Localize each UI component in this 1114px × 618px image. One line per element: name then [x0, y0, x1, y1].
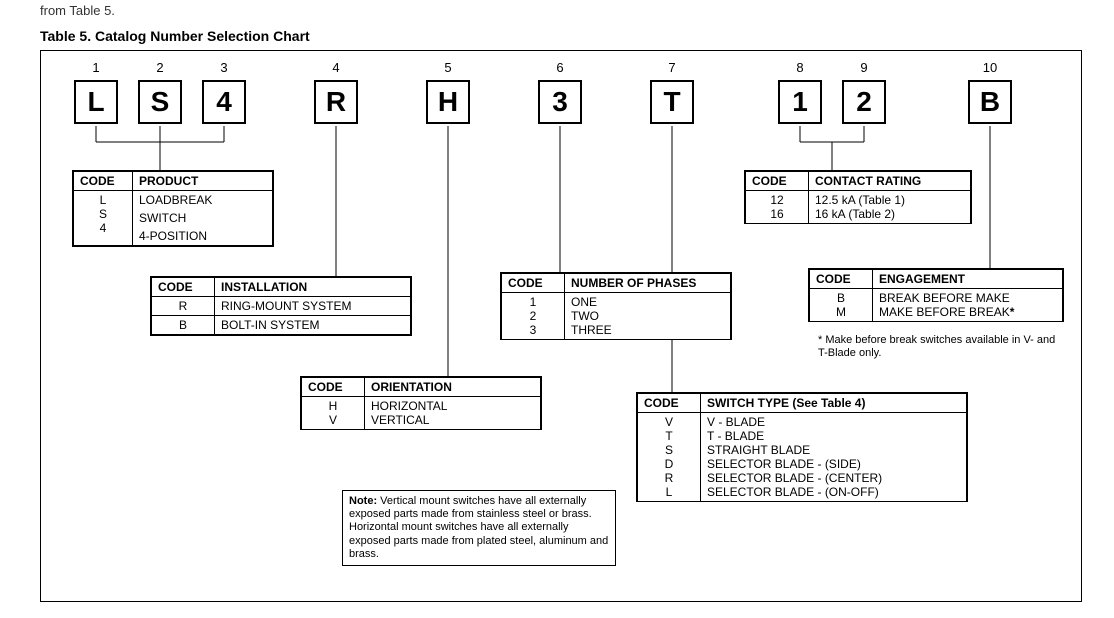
product-h-code: CODE — [74, 172, 133, 191]
install-r1-desc: RING-MOUNT SYSTEM — [215, 297, 411, 316]
orient-r1-desc: HORIZONTAL — [371, 399, 534, 413]
engage-r2-code: M — [816, 305, 866, 319]
code-box-1: L — [74, 80, 118, 124]
product-r2-code: S — [80, 207, 126, 221]
phases-r2-code: 2 — [508, 309, 558, 323]
code-box-4: R — [314, 80, 358, 124]
switch-h-code: CODE — [638, 394, 701, 413]
pos-7: 7 — [652, 60, 692, 75]
product-r2-desc: SWITCH — [133, 209, 273, 227]
table-phases: CODE NUMBER OF PHASES 1 2 3 ONE TWO THRE… — [500, 272, 732, 340]
pretext: from Table 5. — [40, 3, 115, 18]
code-box-8: 1 — [778, 80, 822, 124]
note-box: Note: Vertical mount switches have all e… — [342, 490, 616, 566]
rating-r1-desc: 12.5 kA (Table 1) — [815, 193, 964, 207]
switch-r5-code: R — [644, 471, 694, 485]
rating-h-desc: CONTACT RATING — [809, 172, 971, 191]
phases-h-code: CODE — [502, 274, 565, 293]
table-installation: CODE INSTALLATION R RING-MOUNT SYSTEM B … — [150, 276, 412, 336]
orient-r2-desc: VERTICAL — [371, 413, 534, 427]
pos-10: 10 — [970, 60, 1010, 75]
orient-h-code: CODE — [302, 378, 365, 397]
code-box-10: B — [968, 80, 1012, 124]
rating-r1-code: 12 — [752, 193, 802, 207]
switch-r4-code: D — [644, 457, 694, 471]
switch-r6-code: L — [644, 485, 694, 499]
engage-asterisk: * — [1010, 305, 1015, 319]
pos-6: 6 — [540, 60, 580, 75]
rating-r2-desc: 16 kA (Table 2) — [815, 207, 964, 221]
phases-r3-desc: THREE — [571, 323, 724, 337]
code-box-3: 4 — [202, 80, 246, 124]
phases-r1-code: 1 — [508, 295, 558, 309]
table-contact-rating: CODE CONTACT RATING 12 16 12.5 kA (Table… — [744, 170, 972, 224]
code-box-9: 2 — [842, 80, 886, 124]
table-orientation: CODE ORIENTATION H V HORIZONTAL VERTICAL — [300, 376, 542, 430]
install-h-code: CODE — [152, 278, 215, 297]
install-r1-code: R — [152, 297, 215, 316]
pos-8: 8 — [780, 60, 820, 75]
rating-r2-code: 16 — [752, 207, 802, 221]
switch-r4-desc: SELECTOR BLADE - (SIDE) — [707, 457, 960, 471]
table-engagement: CODE ENGAGEMENT B M BREAK BEFORE MAKE MA… — [808, 268, 1064, 322]
product-h-desc: PRODUCT — [133, 172, 273, 191]
code-box-5: H — [426, 80, 470, 124]
code-box-2: S — [138, 80, 182, 124]
switch-r6-desc: SELECTOR BLADE - (ON-OFF) — [707, 485, 960, 499]
phases-h-desc: NUMBER OF PHASES — [565, 274, 731, 293]
switch-r2-code: T — [644, 429, 694, 443]
orient-r2-code: V — [308, 413, 358, 427]
table-product: CODE PRODUCT L S 4 LOADBREAK SWITCH 4-PO… — [72, 170, 274, 247]
switch-r3-code: S — [644, 443, 694, 457]
switch-r5-desc: SELECTOR BLADE - (CENTER) — [707, 471, 960, 485]
engage-h-code: CODE — [810, 270, 873, 289]
product-r3-code: 4 — [80, 221, 126, 235]
phases-r3-code: 3 — [508, 323, 558, 337]
engage-r1-code: B — [816, 291, 866, 305]
install-r2-code: B — [152, 316, 215, 335]
phases-r1-desc: ONE — [571, 295, 724, 309]
pos-2: 2 — [140, 60, 180, 75]
switch-h-desc: SWITCH TYPE (See Table 4) — [701, 394, 967, 413]
install-r2-desc: BOLT-IN SYSTEM — [215, 316, 411, 335]
rating-h-code: CODE — [746, 172, 809, 191]
switch-r3-desc: STRAIGHT BLADE — [707, 443, 960, 457]
engagement-footnote: * Make before break switches available i… — [818, 334, 1058, 360]
product-r3-desc: 4-POSITION — [133, 227, 273, 246]
page: from Table 5. Table 5. Catalog Number Se… — [0, 0, 1114, 618]
orient-r1-code: H — [308, 399, 358, 413]
pos-9: 9 — [844, 60, 884, 75]
pos-4: 4 — [316, 60, 356, 75]
engage-h-desc: ENGAGEMENT — [873, 270, 1063, 289]
table-switch-type: CODE SWITCH TYPE (See Table 4) V T S D R… — [636, 392, 968, 502]
note-text: Vertical mount switches have all externa… — [349, 495, 608, 560]
pos-1: 1 — [76, 60, 116, 75]
switch-r1-desc: V - BLADE — [707, 415, 960, 429]
install-h-desc: INSTALLATION — [215, 278, 411, 297]
product-r1-desc: LOADBREAK — [133, 191, 273, 210]
product-r1-code: L — [80, 193, 126, 207]
note-label: Note: — [349, 495, 377, 507]
engage-r1-desc: BREAK BEFORE MAKE — [879, 291, 1056, 305]
engage-r2-desc: MAKE BEFORE BREAK — [879, 305, 1010, 319]
code-box-7: T — [650, 80, 694, 124]
switch-r2-desc: T - BLADE — [707, 429, 960, 443]
switch-r1-code: V — [644, 415, 694, 429]
pos-3: 3 — [204, 60, 244, 75]
orient-h-desc: ORIENTATION — [365, 378, 541, 397]
pos-5: 5 — [428, 60, 468, 75]
code-box-6: 3 — [538, 80, 582, 124]
phases-r2-desc: TWO — [571, 309, 724, 323]
table-title: Table 5. Catalog Number Selection Chart — [40, 28, 310, 44]
